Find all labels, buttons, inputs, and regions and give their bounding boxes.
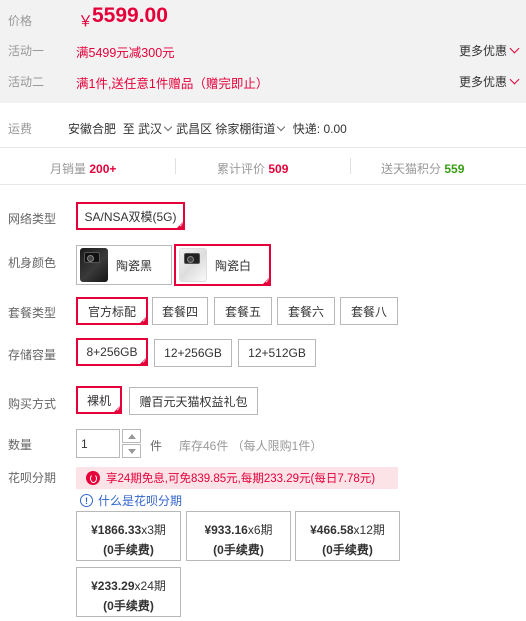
shipping-destination-select[interactable]: 武汉 武昌区 徐家棚街道 (138, 122, 289, 136)
promo-2-text: 满1件,送任意1件赠品（赠完即止） (76, 77, 269, 91)
quantity-increase-button[interactable] (122, 429, 141, 443)
option-package-6[interactable]: 套餐六 (277, 297, 335, 325)
option-package-8[interactable]: 套餐八 (340, 297, 398, 325)
points-label: 送天猫积分 (381, 162, 442, 176)
promo-panel: 价格 ￥ 5599.00 活动一 满5499元减300元 更多优惠 活动二 满1… (0, 0, 526, 103)
plan-amount: ¥466.58 (310, 523, 354, 537)
chevron-down-icon (277, 122, 286, 132)
option-storage-12-512[interactable]: 12+512GB (238, 339, 316, 367)
info-icon: ! (80, 494, 93, 507)
option-package-4[interactable]: 套餐四 (152, 297, 208, 325)
chevron-down-icon (163, 122, 173, 132)
promo-1-label: 活动一 (8, 44, 45, 58)
monthly-sales: 月销量 200+ (50, 160, 116, 177)
network-label: 网络类型 (8, 212, 57, 226)
plan-amount-line: ¥466.58x12期 (296, 520, 399, 540)
price-value: 5599.00 (92, 4, 168, 27)
plan-period: x6期 (247, 523, 273, 537)
camera-icon (184, 253, 200, 264)
phone-thumbnail (179, 248, 207, 282)
installment-plan-24[interactable]: ¥233.29x24期 (0手续费) (76, 567, 181, 617)
installment-plan-12[interactable]: ¥466.58x12期 (0手续费) (295, 511, 400, 561)
chevron-down-icon (509, 74, 520, 85)
plan-amount: ¥1866.33 (91, 523, 142, 537)
shipping-info: 安徽合肥 至 武汉 武昌区 徐家棚街道 快递: 0.00 (68, 120, 347, 137)
promo-2-label: 活动二 (8, 75, 45, 89)
stock-info: 库存46件 （每人限购1件） (179, 439, 323, 453)
reviews-value: 509 (268, 162, 289, 176)
promo-1-more-link[interactable]: 更多优惠 (458, 42, 520, 59)
huabei-icon (86, 471, 100, 485)
monthly-sales-value: 200+ (89, 162, 117, 176)
plan-period: x24期 (134, 579, 166, 593)
district: 武昌区 (176, 122, 213, 136)
option-network-5g[interactable]: SA/NSA双模(5G) (76, 202, 185, 231)
option-purchase-gift[interactable]: 赠百元天猫权益礼包 (129, 387, 258, 415)
shipping-express: 快递: 0.00 (292, 122, 347, 136)
purchase-label: 购买方式 (8, 397, 57, 411)
monthly-sales-label: 月销量 (50, 162, 87, 176)
review-count[interactable]: 累计评价 509 (217, 160, 288, 177)
points-value: 559 (444, 162, 465, 176)
quantity-unit: 件 (150, 439, 163, 453)
promo-1-text: 满5499元减300元 (76, 46, 175, 60)
installment-plan-3[interactable]: ¥1866.33x3期 (0手续费) (76, 511, 181, 561)
camera-icon (84, 252, 100, 263)
quantity-decrease-button[interactable] (122, 444, 141, 458)
option-package-official[interactable]: 官方标配 (76, 297, 148, 326)
plan-fee: (0手续费) (103, 543, 154, 557)
option-label: 陶瓷白 (215, 258, 252, 273)
plan-period: x12期 (353, 523, 385, 537)
storage-label: 存储容量 (8, 348, 57, 362)
more-label: 更多优惠 (458, 75, 507, 89)
shipping-row: 运费 安徽合肥 至 武汉 武昌区 徐家棚街道 快递: 0.00 (0, 103, 526, 147)
option-storage-12-256[interactable]: 12+256GB (154, 339, 232, 367)
more-label: 更多优惠 (458, 44, 507, 58)
color-label: 机身颜色 (8, 256, 57, 270)
divider (175, 158, 176, 174)
price-symbol: ￥ (78, 13, 94, 30)
plan-fee: (0手续费) (103, 599, 154, 613)
shipping-to: 至 (122, 122, 135, 136)
tmall-points: 送天猫积分 559 (381, 160, 464, 177)
option-label: 陶瓷黑 (116, 258, 153, 273)
reviews-label: 累计评价 (217, 162, 266, 176)
huabei-label: 花呗分期 (8, 471, 57, 485)
plan-amount: ¥933.16 (204, 523, 248, 537)
divider (350, 158, 351, 174)
package-label: 套餐类型 (8, 306, 57, 320)
quantity-label: 数量 (8, 438, 33, 452)
arrow-up-icon (127, 433, 136, 439)
huabei-banner: 享24期免息,可免839.85元,每期233.29元(每日7.78元) (76, 467, 398, 489)
street: 徐家棚街道 (215, 122, 276, 136)
option-color-white[interactable]: 陶瓷白 (174, 244, 271, 287)
plan-amount-line: ¥233.29x24期 (77, 576, 180, 596)
huabei-info-link[interactable]: ! 什么是花呗分期 (80, 492, 182, 509)
option-color-black[interactable]: 陶瓷黑 (76, 245, 172, 285)
quantity-input[interactable]: 1 (76, 429, 120, 458)
option-storage-8-256[interactable]: 8+256GB (76, 338, 148, 367)
plan-fee: (0手续费) (213, 543, 264, 557)
installment-plan-6[interactable]: ¥933.16x6期 (0手续费) (186, 511, 291, 561)
option-package-5[interactable]: 套餐五 (214, 297, 272, 325)
phone-thumbnail (80, 248, 108, 282)
city: 武汉 (138, 122, 163, 136)
plan-fee: (0手续费) (322, 543, 373, 557)
plan-amount: ¥233.29 (91, 579, 135, 593)
huabei-banner-text: 享24期免息,可免839.85元,每期233.29元(每日7.78元) (106, 473, 376, 485)
chevron-down-icon (509, 43, 520, 54)
plan-amount-line: ¥1866.33x3期 (77, 520, 180, 540)
shipping-origin: 安徽合肥 (68, 122, 117, 136)
shipping-label: 运费 (8, 122, 33, 136)
price-label: 价格 (8, 14, 33, 28)
plan-amount-line: ¥933.16x6期 (187, 520, 290, 540)
huabei-info-text: 什么是花呗分期 (98, 494, 183, 508)
promo-2-more-link[interactable]: 更多优惠 (458, 73, 520, 90)
sales-stats: 月销量 200+ 累计评价 509 送天猫积分 559 (0, 147, 526, 185)
option-purchase-bare[interactable]: 裸机 (76, 386, 122, 415)
plan-period: x3期 (141, 523, 166, 537)
arrow-down-icon (127, 448, 136, 454)
